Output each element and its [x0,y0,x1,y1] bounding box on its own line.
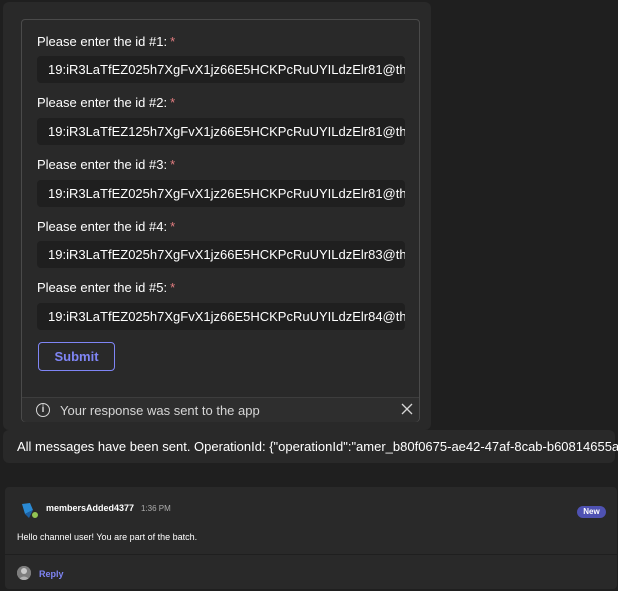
post-timestamp: 1:36 PM [141,504,171,513]
id-4-input[interactable]: 19:iR3LaTfEZ025h7XgFvX1jz66E5HCKPcRuUYIL… [37,241,405,268]
field-label-id-2: Please enter the id #2: * [37,95,176,110]
required-marker: * [170,280,176,295]
response-status-bar: i Your response was sent to the app [22,397,419,422]
id-5-input[interactable]: 19:iR3LaTfEZ025h7XgFvX1jz66E5HCKPcRuUYIL… [37,303,405,330]
id-2-input[interactable]: 19:iR3LaTfEZ125h7XgFvX1jz66E5HCKPcRuUYIL… [37,118,405,145]
info-icon: i [36,403,50,417]
channel-post: membersAdded4377 1:36 PM New Hello chann… [5,487,617,589]
id-1-input[interactable]: 19:iR3LaTfEZ025h7XgFvX1jz66E5HCKPcRuUYIL… [37,56,405,83]
divider [5,554,617,555]
adaptive-card-message: Please enter the id #1: * 19:iR3LaTfEZ025… [3,2,431,430]
submit-button[interactable]: Submit [38,342,115,371]
reply-button[interactable]: Reply [39,569,64,579]
field-label-id-4: Please enter the id #4: * [37,219,176,234]
status-message-text: All messages have been sent. OperationId… [17,439,618,454]
adaptive-card: Please enter the id #1: * 19:iR3LaTfEZ025… [21,19,420,422]
close-icon[interactable] [400,400,414,418]
required-marker: * [170,34,176,49]
post-text: Hello channel user! You are part of the … [17,532,198,542]
status-message: All messages have been sent. OperationId… [3,430,618,463]
required-marker: * [170,95,176,110]
id-3-input[interactable]: 19:iR3LaTfEZ025h7XgFvX1jz26E5HCKPcRuUYIL… [37,180,405,207]
post-author[interactable]: membersAdded4377 [46,503,134,513]
new-badge: New [577,506,606,518]
field-label-id-1: Please enter the id #1: * [37,34,176,49]
field-label-id-3: Please enter the id #3: * [37,157,176,172]
user-avatar [17,566,31,580]
required-marker: * [170,219,176,234]
field-label-id-5: Please enter the id #5: * [37,280,176,295]
required-marker: * [170,157,176,172]
response-status-text: Your response was sent to the app [60,403,260,418]
presence-online-icon [31,511,39,519]
